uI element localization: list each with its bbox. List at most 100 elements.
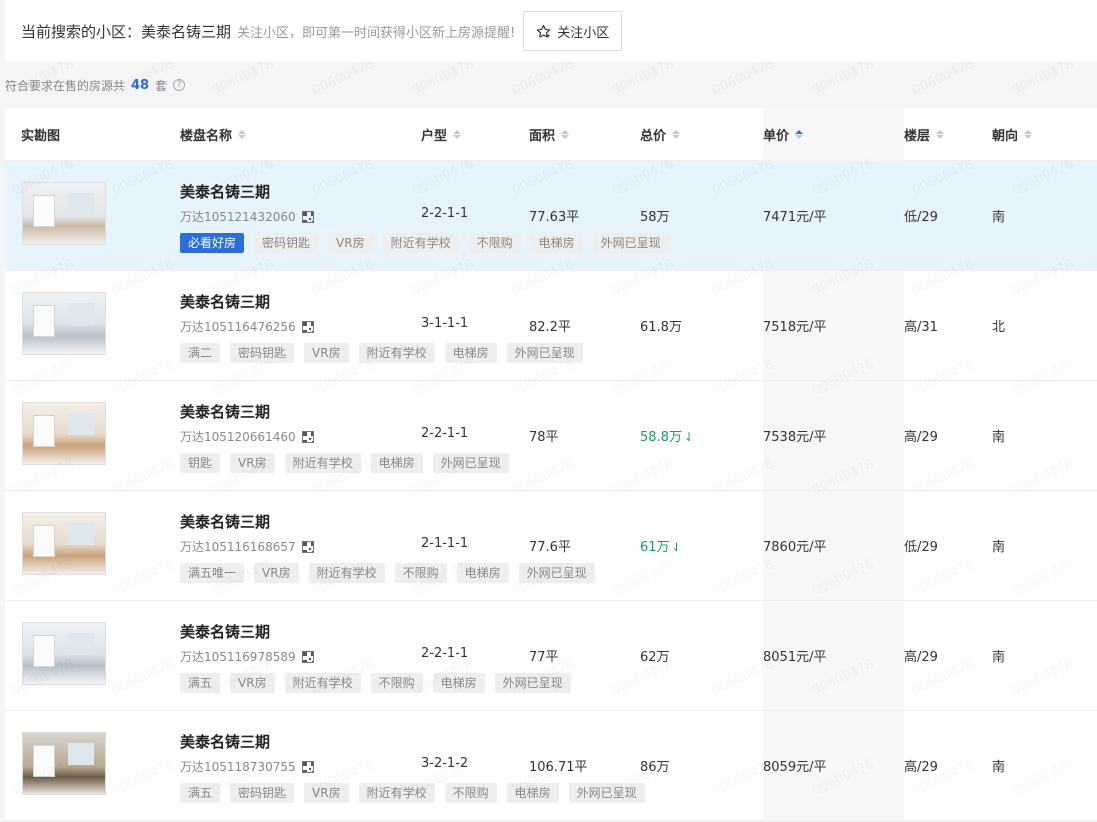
watermark-text: 00600478 xyxy=(310,57,376,99)
listing-code: 万达105116978589 xyxy=(180,648,314,665)
sort-icon[interactable] xyxy=(238,130,247,139)
table-row[interactable]: 美泰名铸三期 万达105116978589 满五 VR房 附近有学校 不限购 电梯房 外网… xyxy=(5,601,1097,711)
listing-tag: 附近有学校 xyxy=(358,783,435,803)
table-row[interactable]: 美泰名铸三期 万达105120661460 钥匙 VR房 附近有学校 电梯房 外网已呈现… xyxy=(5,381,1097,491)
listing-layout: 3-2-1-2 xyxy=(421,756,469,771)
listing-area: 106.71平 xyxy=(529,760,588,775)
listing-total-price: 58.8万 ⇃ xyxy=(640,430,695,445)
qr-code-icon[interactable] xyxy=(301,650,314,663)
listing-photo[interactable] xyxy=(22,732,106,795)
listing-title[interactable]: 美泰名铸三期 xyxy=(180,621,270,642)
qr-code-icon[interactable] xyxy=(301,320,314,333)
listing-tag: 必看好房 xyxy=(180,233,245,253)
listing-title[interactable]: 美泰名铸三期 xyxy=(180,511,270,532)
table-row[interactable]: 美泰名铸三期 万达105118730755 满五 密码钥匙 VR房 附近有学校 不限购电… xyxy=(5,711,1097,821)
listing-title[interactable]: 美泰名铸三期 xyxy=(180,181,270,202)
listing-tags: 满五 密码钥匙 VR房 附近有学校 不限购 电梯房 外网已呈现 xyxy=(180,783,645,803)
sort-asc-icon[interactable] xyxy=(795,130,804,139)
sort-icon[interactable] xyxy=(936,130,945,139)
listing-title[interactable]: 美泰名铸三期 xyxy=(180,731,270,752)
listing-tag: VR房 xyxy=(304,783,349,803)
col-unit[interactable]: 单价 xyxy=(763,108,904,161)
table-row[interactable]: 美泰名铸三期 万达105116168657 满五唯一 VR房 附近有学校 不限购 电梯房… xyxy=(5,491,1097,601)
col-name[interactable]: 楼盘名称 xyxy=(180,108,247,161)
sort-icon[interactable] xyxy=(1024,130,1033,139)
listing-layout: 2-2-1-1 xyxy=(421,206,469,221)
listing-orientation: 南 xyxy=(992,650,1006,665)
follow-button-label: 关注小区 xyxy=(557,24,610,40)
listing-tag: 不限购 xyxy=(394,563,447,583)
listing-total-price: 62万 xyxy=(640,650,670,665)
listing-tag: 外网已呈现 xyxy=(494,673,571,693)
listing-title[interactable]: 美泰名铸三期 xyxy=(180,291,270,312)
listing-orientation: 南 xyxy=(992,430,1006,445)
qr-code-icon[interactable] xyxy=(301,760,314,773)
table-body: 美泰名铸三期 万达105121432060 必看好房 密码钥匙 VR房 附近有学校 不限… xyxy=(5,161,1097,821)
listing-photo[interactable] xyxy=(22,402,106,465)
listing-code: 万达105116476256 xyxy=(180,318,314,335)
listing-tag: 电梯房 xyxy=(506,783,559,803)
help-icon[interactable]: ? xyxy=(173,79,186,91)
listing-tags: 满二 密码钥匙 VR房 附近有学校 电梯房 外网已呈现 xyxy=(180,343,583,363)
price-down-icon: ⇃ xyxy=(683,430,695,444)
listing-area: 77.6平 xyxy=(529,540,571,555)
listing-area: 82.2平 xyxy=(529,320,571,335)
listing-area: 78平 xyxy=(529,430,559,445)
listing-photo[interactable] xyxy=(22,512,106,575)
count-prefix: 符合要求在售的房源共 xyxy=(5,78,126,93)
listing-tag: 外网已呈现 xyxy=(592,233,669,253)
qr-code-icon[interactable] xyxy=(301,210,314,223)
listing-floor: 低/29 xyxy=(904,540,938,555)
listing-area: 77.63平 xyxy=(529,210,580,225)
listing-photo[interactable] xyxy=(22,292,106,355)
listing-tag: 附近有学校 xyxy=(308,563,385,583)
listing-orientation: 南 xyxy=(992,540,1006,555)
listing-code: 万达105116168657 xyxy=(180,538,314,555)
watermark-text: 00600478 xyxy=(1010,57,1076,99)
listing-layout: 3-1-1-1 xyxy=(421,316,469,331)
sort-icon[interactable] xyxy=(453,130,462,139)
table-row[interactable]: 美泰名铸三期 万达105121432060 必看好房 密码钥匙 VR房 附近有学校 不限… xyxy=(5,161,1097,271)
star-icon xyxy=(537,24,551,38)
listing-title[interactable]: 美泰名铸三期 xyxy=(180,401,270,422)
watermark-text: 00600478 xyxy=(810,57,876,99)
listing-total-price: 61.8万 xyxy=(640,320,682,335)
col-floor[interactable]: 楼层 xyxy=(904,108,945,161)
listing-tag: VR房 xyxy=(254,563,299,583)
listing-code: 万达105121432060 xyxy=(180,208,314,225)
count-number: 48 xyxy=(131,77,150,93)
listing-tag: 附近有学校 xyxy=(382,233,459,253)
listing-tag: 附近有学校 xyxy=(358,343,435,363)
listing-photo[interactable] xyxy=(22,622,106,685)
listing-floor: 低/29 xyxy=(904,210,938,225)
qr-code-icon[interactable] xyxy=(301,430,314,443)
listing-floor: 高/31 xyxy=(904,320,938,335)
watermark-text: 00600478 xyxy=(210,57,276,99)
qr-code-icon[interactable] xyxy=(301,540,314,553)
listing-tag: 密码钥匙 xyxy=(230,343,295,363)
col-orient[interactable]: 朝向 xyxy=(992,108,1033,161)
listing-orientation: 南 xyxy=(992,210,1006,225)
listing-tag: 满五唯一 xyxy=(180,563,245,583)
watermark-text: 00600478 xyxy=(410,57,476,99)
listing-floor: 高/29 xyxy=(904,760,938,775)
sort-icon[interactable] xyxy=(561,130,570,139)
listing-tag: 外网已呈现 xyxy=(518,563,595,583)
listing-tag: 不限购 xyxy=(370,673,423,693)
listing-tag: 电梯房 xyxy=(456,563,509,583)
listing-orientation: 南 xyxy=(992,760,1006,775)
col-area[interactable]: 面积 xyxy=(529,108,570,161)
col-total[interactable]: 总价 xyxy=(640,108,681,161)
listing-layout: 2-2-1-1 xyxy=(421,646,469,661)
sort-icon[interactable] xyxy=(672,130,681,139)
listing-tag: 不限购 xyxy=(444,783,497,803)
listing-photo[interactable] xyxy=(22,182,106,245)
follow-community-button[interactable]: 关注小区 xyxy=(523,11,623,51)
table-row[interactable]: 美泰名铸三期 万达105116476256 满二 密码钥匙 VR房 附近有学校 电梯房外… xyxy=(5,271,1097,381)
listing-layout: 2-1-1-1 xyxy=(421,536,469,551)
col-layout[interactable]: 户型 xyxy=(421,108,462,161)
listing-tag: VR房 xyxy=(328,233,373,253)
listing-total-price: 61万 ⇃ xyxy=(640,540,682,555)
listing-tag: 不限购 xyxy=(468,233,521,253)
search-label: 当前搜索的小区： xyxy=(21,22,142,41)
